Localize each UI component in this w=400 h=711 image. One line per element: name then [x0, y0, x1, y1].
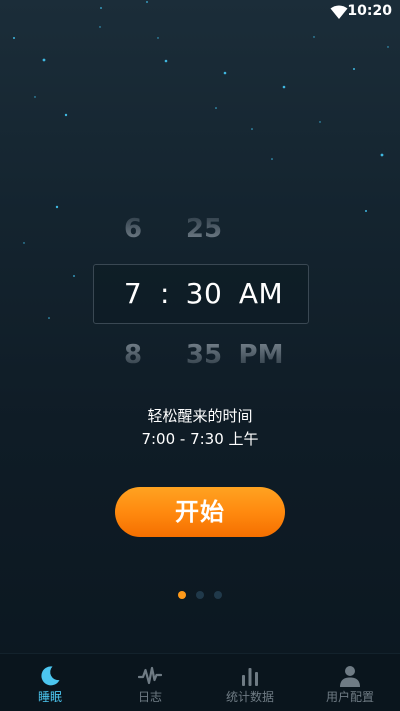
minute-current[interactable]: 30 — [180, 277, 228, 310]
start-button[interactable]: 开始 — [115, 487, 285, 537]
tab-profile-label: 用户配置 — [325, 690, 374, 704]
tab-sleep[interactable]: 睡眠 — [0, 654, 100, 711]
period-current[interactable]: AM — [234, 277, 288, 310]
wake-caption-range: 7:00 - 7:30 上午 — [141, 430, 259, 448]
tab-profile[interactable]: 用户配置 — [300, 654, 400, 711]
hour-prev[interactable]: 6 — [118, 214, 148, 244]
tab-journal-label: 日志 — [137, 690, 162, 704]
tab-statistics[interactable]: 统计数据 — [200, 654, 300, 711]
wake-caption-title: 轻松醒来的时间 — [147, 407, 253, 425]
minute-next[interactable]: 35 — [180, 340, 228, 370]
moon-icon — [41, 666, 60, 686]
waveform-icon — [138, 666, 162, 685]
page-indicator — [0, 591, 400, 601]
wifi-icon — [330, 5, 348, 19]
tab-statistics-label: 统计数据 — [225, 690, 274, 704]
status-clock: 10:20 — [347, 3, 392, 19]
minute-prev[interactable]: 25 — [180, 214, 228, 244]
tab-sleep-label: 睡眠 — [37, 690, 62, 704]
hour-next[interactable]: 8 — [118, 340, 148, 370]
user-icon — [340, 666, 360, 687]
tab-journal[interactable]: 日志 — [100, 654, 200, 711]
hour-current[interactable]: 7 — [118, 277, 148, 310]
page-dot-3[interactable] — [214, 591, 222, 599]
period-next[interactable]: PM — [234, 340, 288, 370]
page-dot-1[interactable] — [178, 591, 186, 599]
bar-chart-icon — [242, 668, 258, 686]
bottom-tab-bar: 睡眠 日志 统计数据 用户配置 — [0, 653, 400, 711]
status-bar: 10:20 — [0, 0, 400, 24]
page-dot-2[interactable] — [196, 591, 204, 599]
time-separator: : — [160, 277, 170, 310]
